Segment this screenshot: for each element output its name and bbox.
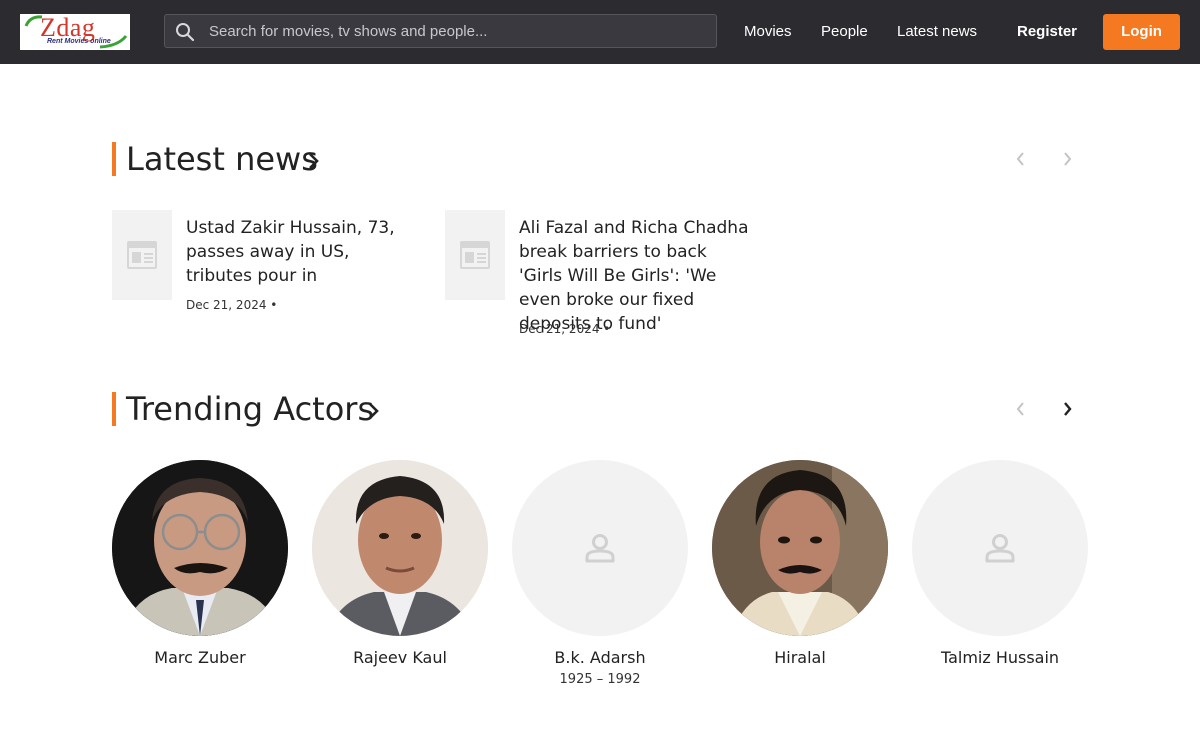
actor-portrait-image	[112, 460, 288, 636]
search-icon[interactable]	[175, 22, 195, 42]
latest-news-chevron-right-icon[interactable]	[306, 151, 322, 171]
news-carousel-next-icon[interactable]	[1060, 150, 1076, 168]
search-input[interactable]	[209, 15, 709, 47]
logo-tagline: Rent Movies online	[47, 38, 111, 45]
news-thumbnail[interactable]	[112, 210, 172, 300]
news-carousel-prev-icon[interactable]	[1013, 150, 1029, 168]
actor-name[interactable]: B.k. Adarsh	[512, 648, 688, 667]
actor-name[interactable]: Marc Zuber	[112, 648, 288, 667]
news-item-title[interactable]: Ustad Zakir Hussain, 73, passes away in …	[186, 216, 416, 288]
trending-actors-heading[interactable]: Trending Actors	[126, 392, 374, 426]
actors-carousel-prev-icon[interactable]	[1013, 400, 1029, 418]
register-button[interactable]: Register	[1017, 22, 1077, 42]
actor-name[interactable]: Rajeev Kaul	[312, 648, 488, 667]
section-accent-bar	[112, 392, 116, 426]
actor-name[interactable]: Talmiz Hussain	[912, 648, 1088, 667]
login-button[interactable]: Login	[1103, 14, 1180, 50]
actor-life-years: 1925 – 1992	[559, 672, 641, 687]
actor-photo[interactable]	[712, 460, 888, 636]
newspaper-icon	[460, 241, 490, 269]
top-navigation-bar: Zdag Rent Movies online Movies People La…	[0, 0, 1200, 64]
latest-news-heading[interactable]: Latest news	[126, 142, 318, 176]
actor-photo[interactable]	[312, 460, 488, 636]
actor-photo-placeholder[interactable]	[912, 460, 1088, 636]
actor-portrait-image	[312, 460, 488, 636]
person-placeholder-icon	[985, 534, 1015, 563]
actor-photo[interactable]	[112, 460, 288, 636]
actor-portrait-image	[712, 460, 888, 636]
site-logo[interactable]: Zdag Rent Movies online	[20, 14, 130, 50]
nav-link-movies[interactable]: Movies	[744, 22, 792, 42]
person-placeholder-icon	[585, 534, 615, 563]
actors-carousel-next-icon[interactable]	[1060, 400, 1076, 418]
actor-name[interactable]: Hiralal	[712, 648, 888, 667]
search-box[interactable]	[164, 14, 717, 48]
news-item-date: Dec 21, 2024 •	[519, 322, 611, 336]
nav-link-people[interactable]: People	[821, 22, 868, 42]
trending-actors-chevron-right-icon[interactable]	[366, 401, 382, 421]
nav-link-latest-news[interactable]: Latest news	[897, 22, 977, 42]
section-accent-bar	[112, 142, 116, 176]
news-thumbnail[interactable]	[445, 210, 505, 300]
newspaper-icon	[127, 241, 157, 269]
news-item-title[interactable]: Ali Fazal and Richa Chadha break barrier…	[519, 216, 749, 336]
actor-photo-placeholder[interactable]	[512, 460, 688, 636]
news-item-date: Dec 21, 2024 •	[186, 298, 278, 312]
